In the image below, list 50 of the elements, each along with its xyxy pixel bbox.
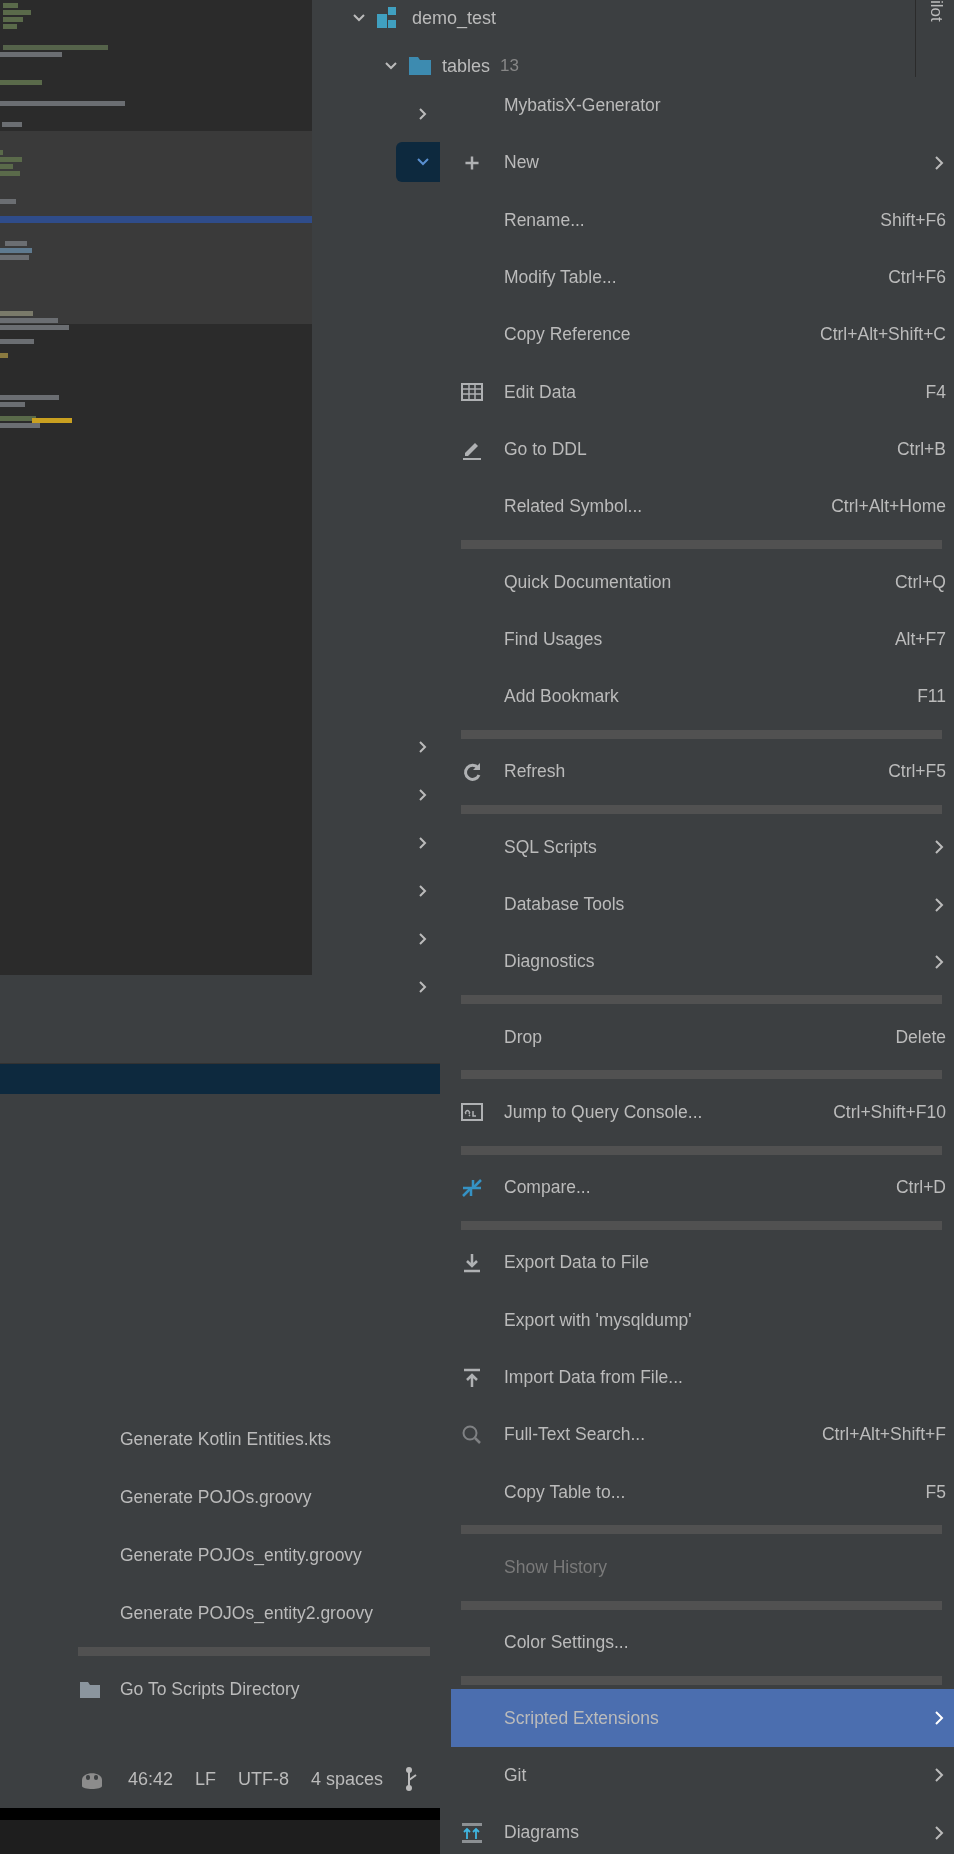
menu-item[interactable]: Drop Delete: [440, 1008, 954, 1066]
item-count: 13: [500, 56, 519, 76]
menu-item[interactable]: Diagnostics: [440, 933, 954, 991]
menu-item[interactable]: Find Usages Alt+F7: [440, 610, 954, 668]
menu-item[interactable]: Related Symbol... Ctrl+Alt+Home: [440, 478, 954, 536]
tree-item-label[interactable]: demo_test: [412, 7, 497, 29]
menu-item[interactable]: Go To Scripts Directory: [70, 1660, 440, 1718]
folder-icon: [408, 56, 432, 76]
menu-item[interactable]: Import Data from File...: [440, 1348, 954, 1407]
status-text[interactable]: LF: [195, 1768, 217, 1790]
menu-item[interactable]: Color Settings...: [440, 1614, 954, 1672]
menu-item[interactable]: Copy Table to... F5: [440, 1463, 954, 1521]
menu-item[interactable]: Generate POJOs_entity.groovy: [70, 1526, 440, 1584]
menu-item[interactable]: Go to DDL Ctrl+B: [440, 420, 954, 479]
compare-arrows-icon: [461, 1176, 483, 1199]
diagrams-icon: [461, 1821, 483, 1844]
menu-item[interactable]: Copy Reference Ctrl+Alt+Shift+C: [440, 306, 954, 364]
menu-item[interactable]: Export Data to File: [440, 1234, 954, 1292]
branch-icon[interactable]: [405, 1766, 418, 1792]
upload-icon: [461, 1366, 483, 1389]
search-icon: [461, 1423, 483, 1446]
menu-item[interactable]: Full-Text Search... Ctrl+Alt+Shift+F: [440, 1406, 954, 1464]
tool-window-tab[interactable]: ilot: [926, 0, 946, 22]
menu-item[interactable]: Add Bookmark F11: [440, 667, 954, 726]
console-icon: [461, 1101, 483, 1124]
menu-item[interactable]: Git: [440, 1746, 954, 1804]
status-text[interactable]: 46:42: [128, 1768, 174, 1790]
menu-item[interactable]: Modify Table... Ctrl+F6: [440, 248, 954, 307]
menu-item[interactable]: MybatisX-Generator: [440, 77, 954, 135]
download-icon: [461, 1252, 483, 1274]
menu-item[interactable]: Compare... Ctrl+D: [440, 1159, 954, 1217]
status-text[interactable]: UTF-8: [238, 1768, 290, 1790]
menu-item[interactable]: Quick Documentation Ctrl+Q: [440, 553, 954, 611]
folder-icon: [78, 1679, 102, 1699]
menu-item[interactable]: Jump to Query Console... Ctrl+Shift+F10: [440, 1083, 954, 1142]
tree-item-label[interactable]: tables: [442, 55, 491, 77]
menu-item[interactable]: New: [440, 134, 954, 192]
menu-item[interactable]: Generate POJOs.groovy: [70, 1468, 440, 1526]
menu-item[interactable]: Diagrams: [440, 1804, 954, 1854]
menu-item[interactable]: Export with 'mysqldump': [440, 1291, 954, 1349]
menu-item[interactable]: SQL Scripts: [440, 818, 954, 876]
menu-item[interactable]: Database Tools: [440, 875, 954, 934]
menu-item[interactable]: Edit Data F4: [440, 363, 954, 421]
table-icon: [461, 381, 483, 404]
menu-item[interactable]: Generate Kotlin Entities.kts: [70, 1410, 440, 1468]
plus-icon: [463, 153, 481, 172]
menu-item[interactable]: Rename... Shift+F6: [440, 191, 954, 249]
menu-item[interactable]: Generate POJOs_entity2.groovy: [70, 1584, 440, 1642]
menu-item[interactable]: Refresh Ctrl+F5: [440, 743, 954, 801]
status-text[interactable]: 4 spaces: [311, 1768, 384, 1790]
